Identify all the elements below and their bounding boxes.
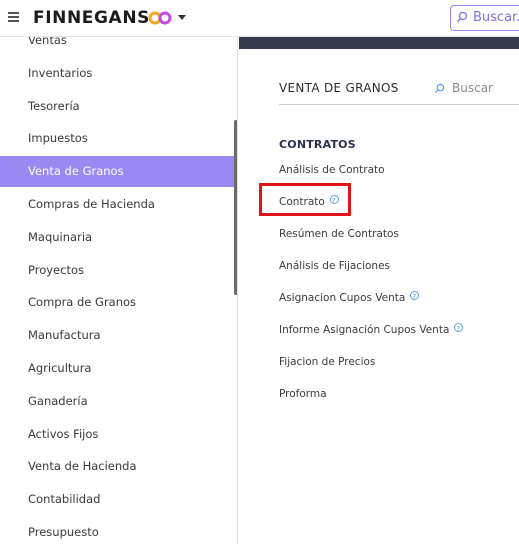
header-band bbox=[239, 37, 519, 49]
section-search-placeholder: Buscar bbox=[452, 81, 493, 95]
sidebar-item[interactable]: Tesorería bbox=[0, 91, 234, 122]
sidebar-item[interactable]: Venta de Granos bbox=[0, 156, 234, 188]
menu-link-label: Fijacion de Precios bbox=[279, 356, 376, 368]
search-icon bbox=[434, 83, 445, 94]
menu-link[interactable]: Análisis de Fijaciones bbox=[279, 259, 390, 273]
global-search-placeholder: Buscar... bbox=[473, 10, 519, 25]
sidebar-item[interactable]: Inventarios bbox=[0, 58, 234, 89]
menu-link-label: Resúmen de Contratos bbox=[279, 228, 399, 240]
sidebar-item[interactable]: Agricultura bbox=[0, 353, 234, 384]
global-search-input[interactable]: Buscar... bbox=[450, 5, 519, 31]
menu-link-label: Informe Asignación Cupos Venta bbox=[279, 324, 450, 336]
menu-link[interactable]: Informe Asignación Cupos Venta bbox=[279, 322, 464, 337]
menu-link[interactable]: Resúmen de Contratos bbox=[279, 227, 399, 241]
highlight-box bbox=[259, 183, 351, 216]
sidebar-item[interactable]: Ganadería bbox=[0, 386, 234, 417]
brand-dropdown-chevron-icon[interactable] bbox=[178, 15, 186, 20]
menu-link-label: Proforma bbox=[279, 388, 327, 400]
menu-link[interactable]: Análisis de Contrato bbox=[279, 163, 385, 177]
menu-link-label: Análisis de Contrato bbox=[279, 164, 385, 176]
menu-link[interactable]: Asignacion Cupos Venta bbox=[279, 290, 420, 305]
infinity-logo-icon bbox=[148, 11, 172, 25]
hamburger-menu-icon[interactable] bbox=[8, 12, 19, 22]
sidebar-item[interactable]: Venta de Hacienda bbox=[0, 451, 234, 482]
help-icon[interactable] bbox=[454, 322, 464, 336]
sidebar-item[interactable]: Presupuesto bbox=[0, 517, 234, 544]
menu-link-label: Asignacion Cupos Venta bbox=[279, 292, 406, 304]
sidebar-item[interactable]: Proyectos bbox=[0, 255, 234, 286]
sidebar-item[interactable]: Compra de Granos bbox=[0, 287, 234, 318]
section-divider bbox=[279, 104, 519, 105]
menu-link[interactable]: Proforma bbox=[279, 387, 327, 401]
sidebar-scrollbar[interactable] bbox=[234, 120, 237, 295]
sidebar-item[interactable]: Contabilidad bbox=[0, 484, 234, 515]
menu-link[interactable]: Fijacion de Precios bbox=[279, 355, 375, 369]
main-panel: VENTA DE GRANOS Buscar CONTRATOS Análisi… bbox=[239, 37, 519, 544]
help-icon[interactable] bbox=[410, 290, 420, 304]
sidebar-item[interactable]: Manufactura bbox=[0, 320, 234, 351]
sidebar-item[interactable]: Compras de Hacienda bbox=[0, 189, 234, 220]
sidebar-item[interactable]: Activos Fijos bbox=[0, 419, 234, 450]
top-bar: FINNEGANS Buscar... bbox=[0, 0, 519, 37]
sidebar-item[interactable]: Impuestos bbox=[0, 123, 234, 154]
brand-name: FINNEGANS bbox=[33, 8, 150, 28]
sidebar-item[interactable]: Maquinaria bbox=[0, 222, 234, 253]
menu-link-label: Análisis de Fijaciones bbox=[279, 260, 391, 272]
group-title-contratos: CONTRATOS bbox=[279, 138, 356, 151]
sidebar-item[interactable]: Ventas bbox=[0, 37, 234, 56]
search-icon bbox=[457, 11, 468, 22]
section-title: VENTA DE GRANOS bbox=[279, 81, 399, 95]
sidebar: Ventas Inventarios Tesorería Impuestos Venta… bbox=[0, 37, 238, 544]
